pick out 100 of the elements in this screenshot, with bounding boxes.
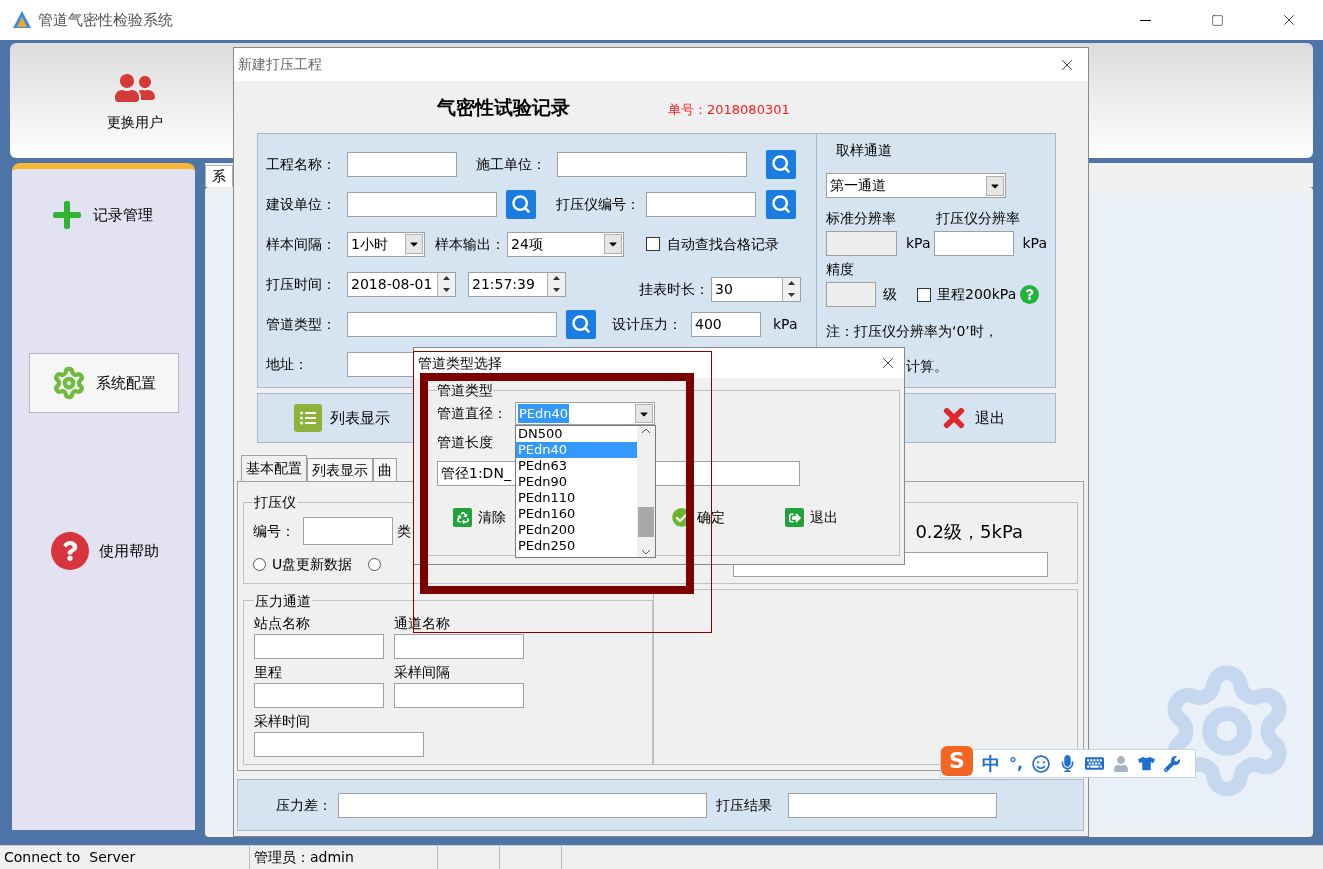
tab[interactable]: 基本配置 [241,455,307,481]
tab[interactable]: 列表显示 [307,458,373,481]
scrollbar-thumb[interactable] [638,506,654,537]
dialog-button[interactable]: 确定 [672,507,725,528]
field-label: 建设单位： [266,194,337,214]
field-label: 类 [397,521,411,541]
list-view-button[interactable]: 列表显示 [294,404,390,432]
sidebar-item[interactable]: 系统配置 [28,353,179,413]
scroll-up-icon[interactable] [641,428,651,434]
help-icon [1020,285,1040,304]
field-label: 精度 [826,260,854,279]
field-label: 标准分辨率 [826,209,897,228]
spin-field[interactable]: 2018-08-01 [347,271,456,297]
status-text: Connect to Server [0,846,250,869]
input-field[interactable] [394,682,524,708]
sidebar-item[interactable]: 记录管理 [28,185,179,245]
input-field[interactable] [254,731,424,757]
ime-punctuation[interactable]: °, [1009,751,1024,776]
input-field[interactable] [254,633,384,659]
dropdown-option[interactable]: PEdn200 [516,522,637,538]
input-field[interactable] [347,311,557,337]
field-label: 施工单位： [476,154,547,174]
dropdown-option[interactable]: PEdn250 [516,538,637,554]
note-text: 注：打压仪分辨率为‘0’时， [826,322,998,341]
field-label: 设计压力： [612,314,683,334]
group-title: 管道类型 [437,382,493,398]
field-label: 打压时间： [266,274,337,294]
unit-label: kPa [773,314,798,334]
spin-arrows-icon [782,277,800,301]
input-field[interactable] [646,191,756,217]
input-field[interactable] [254,682,384,708]
dropdown-option[interactable]: PEdn160 [516,506,637,522]
dropdown-option[interactable]: PEdn90 [516,474,637,490]
input-field[interactable] [933,231,1014,256]
radio-button[interactable] [368,558,382,571]
checkbox-label: 自动查找合格记录 [667,234,779,254]
switch-user-button[interactable]: 更换用户 [105,68,165,133]
status-text: 管理员：admin [250,846,438,869]
unit-label: 级 [883,285,897,304]
search-button[interactable] [566,309,596,339]
dialog-title: 新建打压工程 [238,55,322,74]
shirt-icon[interactable] [1138,755,1156,772]
unit-label: kPa [906,234,931,253]
scroll-down-icon[interactable] [641,549,651,555]
input-field[interactable] [347,191,497,217]
user-icon[interactable] [1113,755,1130,772]
search-icon [511,194,531,214]
window-title: 管道气密性检验系统 [38,9,173,31]
input-field[interactable] [557,151,747,177]
list-icon [294,404,322,432]
spin-field[interactable]: 21:57:39 [468,271,566,297]
search-button[interactable] [766,189,796,219]
field-label: 采样间隔 [394,662,450,682]
gear-icon [51,366,86,400]
dialog-button[interactable]: 退出 [785,507,838,528]
field-label: 打压仪分辨率 [936,209,1020,228]
dropdown-option[interactable]: PEdn63 [516,458,637,474]
dropdown[interactable]: 24项 [507,231,624,257]
field-label: 编号： [253,521,296,541]
ime-logo: S [941,745,973,776]
dropdown[interactable]: 1小时 [347,231,425,257]
smiley-icon[interactable] [1032,754,1051,773]
dropdown-option[interactable]: DN500 [516,426,637,442]
wrench-icon[interactable] [1164,755,1181,772]
checkbox-label: 里程200kPa [937,285,1017,304]
recycle-icon [453,508,472,527]
dropdown[interactable]: 第一通道 [826,173,1006,198]
group-title: 打压仪 [254,494,296,510]
input-field[interactable]: 400 [691,311,761,337]
sidebar-item[interactable]: 使用帮助 [28,521,179,581]
field-label: 管道长度 [437,433,493,452]
input-field[interactable] [338,792,707,818]
keyboard-icon[interactable] [1085,754,1105,773]
spin-field[interactable]: 30 [711,276,801,302]
input-field[interactable] [347,151,457,177]
tab[interactable]: 曲 [373,458,397,481]
search-icon [571,314,591,334]
checkbox[interactable] [917,287,931,302]
search-icon [771,154,791,174]
checkbox[interactable] [646,237,660,251]
scrollbar[interactable] [637,426,655,557]
field-label: 样本输出： [435,234,506,254]
ime-mode[interactable]: 中 [982,750,1000,777]
maximize-icon [1210,13,1224,27]
tab[interactable]: 系 [205,165,233,187]
dropdown-option[interactable]: PEdn110 [516,490,637,506]
order-number: 单号：2018080301 [668,101,790,120]
radio-button[interactable] [253,558,266,571]
input-field[interactable] [788,792,997,818]
exit-button[interactable]: 退出 [939,403,1005,433]
field-label: 采样时间 [254,711,310,731]
input-field[interactable] [394,633,524,659]
field-label: 地址： [266,354,309,374]
spec-text: 0.2级，5kPa [915,519,1023,544]
search-button[interactable] [506,189,536,219]
dialog-button[interactable]: 清除 [453,507,506,528]
field-label: 管道直径： [437,404,508,423]
search-button[interactable] [766,149,796,179]
input-field[interactable] [303,517,393,545]
radio-label: U盘更新数据 [272,555,353,574]
